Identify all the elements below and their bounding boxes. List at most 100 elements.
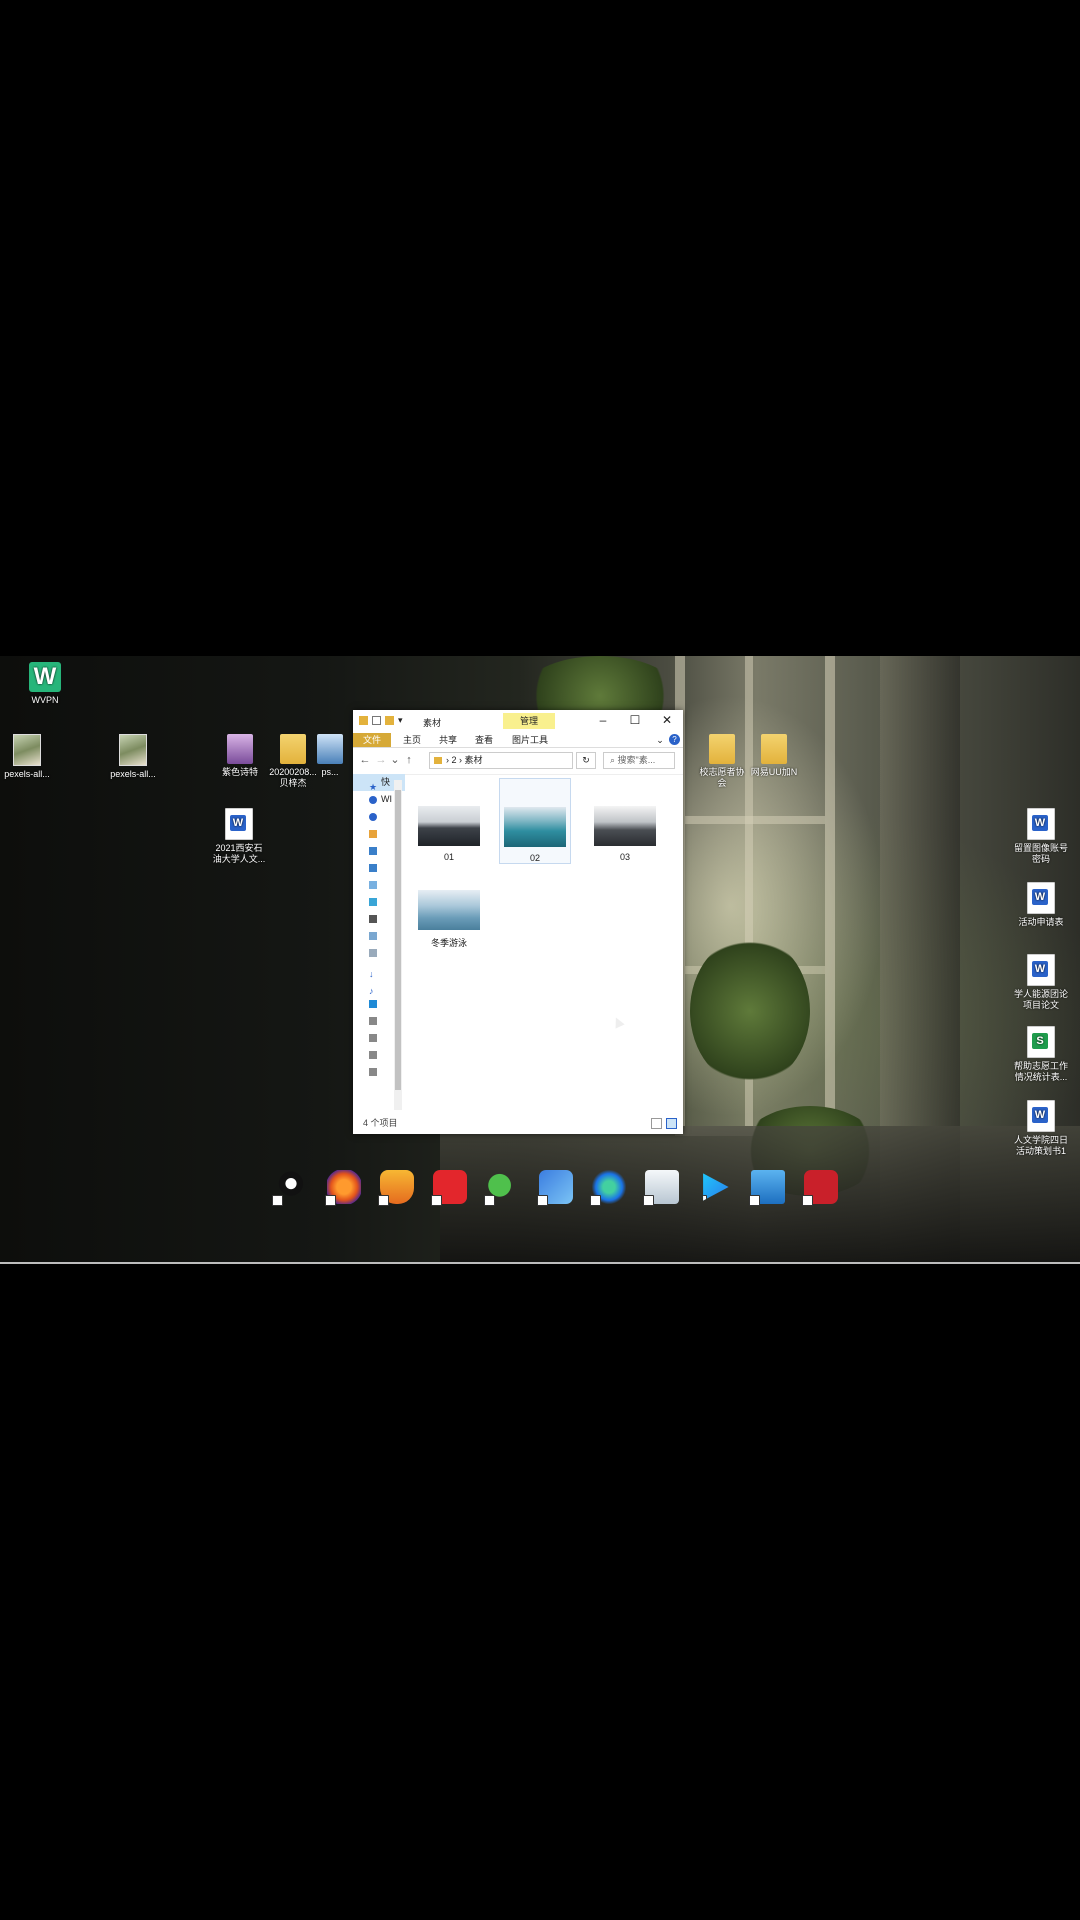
drive-icon xyxy=(369,1033,377,1042)
desktop-icon-label: 网易UU加N xyxy=(750,767,798,777)
scrollbar-thumb[interactable] xyxy=(395,790,401,1090)
wallpaper-leaves xyxy=(690,936,810,1086)
tab-view[interactable]: 查看 xyxy=(469,733,499,747)
desktop-dock xyxy=(272,1170,838,1206)
properties-icon[interactable] xyxy=(372,716,381,725)
music-icon: ♪ xyxy=(369,985,374,995)
desktop-icon-folder-uu[interactable]: 网易UU加N xyxy=(730,734,818,778)
navigation-bar: ← → ⌄ ↑ › 2 › 素材 ↻ ⌕ 搜索"素... xyxy=(353,748,683,775)
minimize-button[interactable]: – xyxy=(587,710,619,732)
edge-icon[interactable] xyxy=(590,1170,626,1206)
circle-icon xyxy=(369,812,377,821)
search-placeholder: 搜索"素... xyxy=(617,755,656,765)
star-icon: ★ xyxy=(369,781,378,791)
nav-item-label: 快 xyxy=(381,777,391,787)
desktop-icon-label: pexels-all... xyxy=(110,769,156,779)
details-view-icon[interactable] xyxy=(651,1118,662,1129)
desktop-icon-pexels-1[interactable]: pexels-all... xyxy=(0,734,72,780)
file-list: 01 02 03 冬季游泳 xyxy=(413,778,678,1104)
people-icon xyxy=(369,863,377,872)
desktop-icon-label: 情况统计表... xyxy=(1014,1072,1068,1082)
desktop-icon-label: 活动策划书1 xyxy=(1015,1146,1066,1156)
desktop-icon xyxy=(369,999,377,1008)
desktop-icon-wvpn[interactable]: W WVPN xyxy=(0,662,90,706)
recent-dropdown-icon[interactable]: ⌄ xyxy=(389,754,401,766)
desktop-icon-label: 会 xyxy=(717,778,727,788)
close-button[interactable]: ✕ xyxy=(651,710,683,732)
tab-manage[interactable]: 管理 xyxy=(503,713,555,729)
game-icon[interactable] xyxy=(802,1170,838,1206)
recycle-bin-icon[interactable] xyxy=(643,1170,679,1206)
pictures-icon xyxy=(369,931,377,940)
tab-picture-tools[interactable]: 图片工具 xyxy=(505,733,555,747)
desktop-icon-doc-2021[interactable]: 2021西安石 油大学人文... xyxy=(194,808,284,865)
nav-item-label: WI xyxy=(381,794,392,804)
file-item-01[interactable]: 01 xyxy=(413,784,485,864)
desktop-icon-doc-application[interactable]: 活动申请表 xyxy=(996,882,1080,928)
tab-share[interactable]: 共享 xyxy=(433,733,463,747)
desktop-icon-label: 2021西安石 xyxy=(215,843,263,853)
desktop-icon-doc-account[interactable]: 留置图像账号 密码 xyxy=(996,808,1080,865)
firefox-icon[interactable] xyxy=(325,1170,361,1206)
desktop-icon-doc-paper[interactable]: 学人能源团论 项目论文 xyxy=(996,954,1080,1011)
file-item-02[interactable]: 02 xyxy=(499,778,571,864)
qq-icon[interactable] xyxy=(272,1170,308,1206)
search-icon: ⌕ xyxy=(610,755,618,765)
expand-ribbon-icon[interactable]: ⌄ xyxy=(655,733,665,747)
file-name: 01 xyxy=(443,852,454,862)
maximize-button[interactable]: ☐ xyxy=(619,710,651,732)
desktop-icon-xls-stats[interactable]: 帮助志愿工作 情况统计表... xyxy=(996,1026,1080,1083)
help-icon[interactable]: ? xyxy=(669,734,680,745)
chevron-down-icon[interactable]: ▾ xyxy=(398,716,407,725)
image-file-icon xyxy=(13,734,41,766)
word-doc-icon xyxy=(1027,1100,1055,1132)
address-bar[interactable]: › 2 › 素材 xyxy=(429,752,573,769)
desktop-icon-pexels-2[interactable]: pexels-all... xyxy=(88,734,178,780)
desktop-icon-label: 留置图像账号 xyxy=(1013,843,1068,853)
status-bar: 4 个项目 xyxy=(353,1112,683,1134)
security-icon[interactable] xyxy=(378,1170,414,1206)
image-thumbnail xyxy=(594,806,656,846)
quick-access-toolbar: ▾ xyxy=(359,716,407,725)
up-arrow-icon[interactable]: ↑ xyxy=(403,754,415,766)
spreadsheet-icon xyxy=(1027,1026,1055,1058)
search-input[interactable]: ⌕ 搜索"素... xyxy=(603,752,675,769)
image-thumbnail xyxy=(418,806,480,846)
folder-icon xyxy=(761,734,787,764)
refresh-icon[interactable]: ↻ xyxy=(576,752,596,769)
word-doc-icon xyxy=(225,808,253,840)
computer-icon xyxy=(369,880,377,889)
file-item-03[interactable]: 03 xyxy=(589,784,661,864)
ps-file-icon xyxy=(317,734,343,764)
netease-music-icon[interactable] xyxy=(431,1170,467,1206)
desktop-icon-label: 学人能源团论 xyxy=(1013,989,1068,999)
forward-arrow-icon[interactable]: → xyxy=(375,754,387,766)
desktop-icon-label: 活动申请表 xyxy=(1018,917,1064,927)
file-explorer-window: ▾ 素材 管理 – ☐ ✕ 文件 主页 共享 查看 图片工具 ⌄ ? ← → ⌄… xyxy=(353,710,683,1134)
nav-pane-scrollbar[interactable] xyxy=(394,780,402,1110)
computer-icon[interactable] xyxy=(749,1170,785,1206)
video-player-icon[interactable] xyxy=(703,1173,729,1201)
file-name: 02 xyxy=(529,853,540,863)
desktop-icon-ps[interactable]: ps... xyxy=(300,734,360,778)
image-file-icon xyxy=(119,734,147,766)
file-item-winter-swim[interactable]: 冬季游泳 xyxy=(413,868,485,948)
cloud-icon xyxy=(369,795,377,804)
download-icon: ↓ xyxy=(369,968,374,978)
desktop-icon-label: 油大学人文... xyxy=(212,854,266,864)
word-doc-icon xyxy=(1027,808,1055,840)
desktop-icon-doc-plan[interactable]: 人文学院四日 活动策划书1 xyxy=(996,1100,1080,1157)
tab-home[interactable]: 主页 xyxy=(397,733,427,747)
large-icons-view-icon[interactable] xyxy=(666,1118,677,1129)
tab-file[interactable]: 文件 xyxy=(353,733,391,747)
wechat-icon[interactable] xyxy=(484,1170,520,1206)
back-arrow-icon[interactable]: ← xyxy=(359,754,371,766)
network-icon[interactable] xyxy=(537,1170,573,1206)
word-doc-icon xyxy=(1027,882,1055,914)
file-name: 03 xyxy=(619,852,630,862)
title-bar[interactable]: ▾ 素材 管理 – ☐ ✕ xyxy=(353,710,683,732)
new-folder-icon[interactable] xyxy=(385,716,394,725)
desktop-icon-label: pexels-all... xyxy=(4,769,50,779)
folder-icon xyxy=(359,716,368,725)
breadcrumb-item[interactable]: 素材 xyxy=(465,755,483,765)
